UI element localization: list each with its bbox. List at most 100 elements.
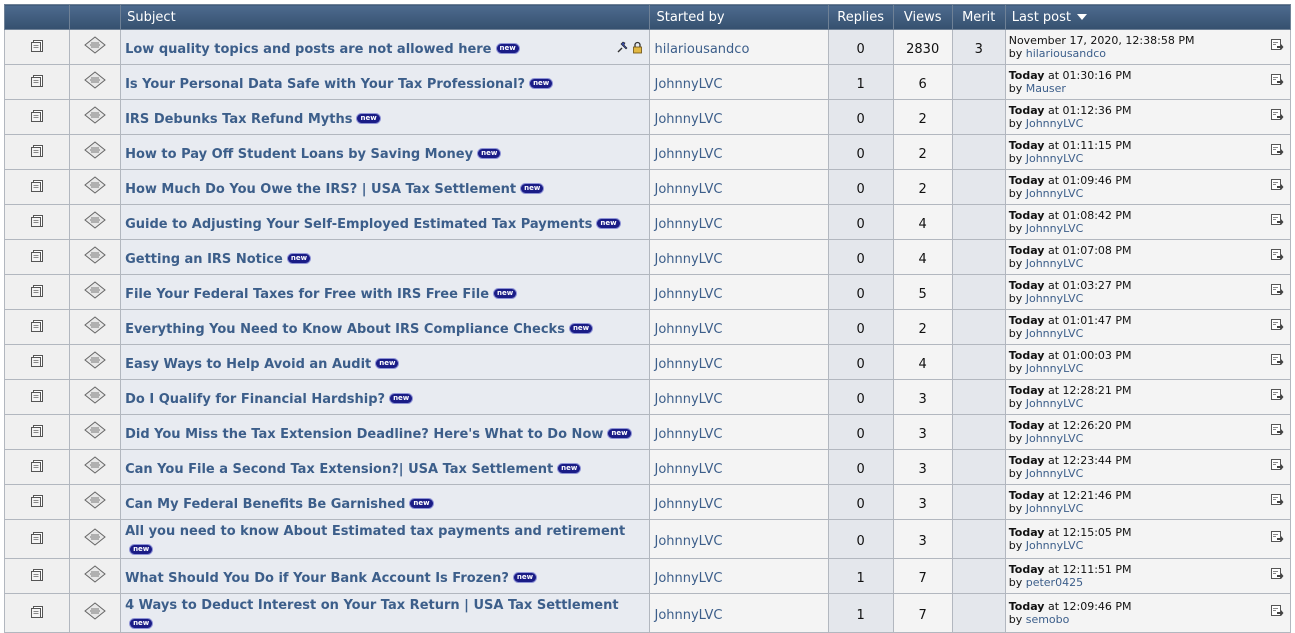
last-post-author: by JohnnyLVC [1009,257,1290,270]
starter-link[interactable]: JohnnyLVC [650,427,722,442]
last-post-author-link[interactable]: JohnnyLVC [1026,292,1084,305]
starter-link[interactable]: JohnnyLVC [650,608,722,623]
new-badge-icon[interactable]: new [389,392,414,404]
last-post-author-link[interactable]: JohnnyLVC [1026,467,1084,480]
go-to-last-post-icon[interactable] [1270,604,1284,617]
last-post-cell: Today at 01:01:47 PM by JohnnyLVC [1004,309,1292,345]
topic-subject-link[interactable]: Guide to Adjusting Your Self-Employed Es… [125,217,592,232]
new-badge-icon[interactable]: new [607,427,632,439]
new-badge-icon[interactable]: new [557,462,582,474]
topic-subject-link[interactable]: Can My Federal Benefits Be Garnished [125,497,405,512]
go-to-last-post-icon[interactable] [1270,458,1284,471]
last-post-author-link[interactable]: JohnnyLVC [1026,432,1084,445]
go-to-last-post-icon[interactable] [1270,248,1284,261]
starter-link[interactable]: JohnnyLVC [650,287,722,302]
last-post-author-link[interactable]: JohnnyLVC [1026,362,1084,375]
new-badge-icon[interactable]: new [529,77,554,89]
starter-link[interactable]: JohnnyLVC [650,462,722,477]
go-to-last-post-icon[interactable] [1270,353,1284,366]
starter-link[interactable]: JohnnyLVC [650,497,722,512]
starter-link[interactable]: JohnnyLVC [650,392,722,407]
go-to-last-post-icon[interactable] [1270,493,1284,506]
topic-subject-link[interactable]: Can You File a Second Tax Extension?| US… [125,462,553,477]
topic-subject-link[interactable]: All you need to know About Estimated tax… [125,524,625,539]
new-badge-icon[interactable]: new [409,497,434,509]
last-post-author-link[interactable]: JohnnyLVC [1026,187,1084,200]
started-by-cell: JohnnyLVC [649,414,829,450]
last-post-author-link[interactable]: JohnnyLVC [1026,539,1084,552]
last-post-author-link[interactable]: semobo [1026,613,1070,626]
last-post-author-link[interactable]: JohnnyLVC [1026,117,1084,130]
starter-link[interactable]: JohnnyLVC [650,534,722,549]
replies-cell: 0 [827,484,894,520]
last-post-author-link[interactable]: JohnnyLVC [1026,502,1084,515]
go-to-last-post-icon[interactable] [1270,73,1284,86]
topic-subject-link[interactable]: IRS Debunks Tax Refund Myths [125,112,352,127]
last-post-author-link[interactable]: hilariousandco [1026,47,1106,60]
topic-subject-link[interactable]: How to Pay Off Student Loans by Saving M… [125,147,473,162]
new-badge-icon[interactable]: new [596,217,621,229]
go-to-last-post-icon[interactable] [1270,38,1284,51]
topic-subject-link[interactable]: What Should You Do if Your Bank Account … [125,571,509,586]
header-last-post[interactable]: Last post [1004,4,1292,30]
go-to-last-post-icon[interactable] [1270,213,1284,226]
header-subject[interactable]: Subject [120,4,651,30]
table-row: All you need to know About Estimated tax… [3,519,1292,559]
new-badge-icon[interactable]: new [286,252,312,264]
starter-link[interactable]: JohnnyLVC [650,182,722,197]
new-badge-icon[interactable]: new [375,357,400,369]
views-count: 7 [918,570,927,586]
topic-subject-link[interactable]: Getting an IRS Notice [125,252,283,267]
header-replies[interactable]: Replies [827,4,894,30]
replies-count: 0 [856,496,865,512]
last-post-author-link[interactable]: JohnnyLVC [1026,327,1084,340]
go-to-last-post-icon[interactable] [1270,318,1284,331]
go-to-last-post-icon[interactable] [1270,108,1284,121]
starter-link[interactable]: JohnnyLVC [650,217,722,232]
go-to-last-post-icon[interactable] [1270,530,1284,543]
new-badge-icon[interactable]: new [568,322,594,334]
new-badge-icon[interactable]: new [356,112,381,124]
header-views[interactable]: Views [892,4,953,30]
new-badge-icon[interactable]: new [129,618,154,629]
header-started-by[interactable]: Started by [649,4,829,30]
starter-link[interactable]: JohnnyLVC [650,571,722,586]
go-to-last-post-icon[interactable] [1270,178,1284,191]
header-merit[interactable]: Merit [951,4,1006,30]
topic-subject-link[interactable]: Do I Qualify for Financial Hardship? [125,392,385,407]
sort-desc-icon[interactable] [1077,14,1088,20]
merit-cell [951,309,1006,345]
new-badge-icon[interactable]: new [512,571,538,583]
topic-subject-link[interactable]: How Much Do You Owe the IRS? | USA Tax S… [125,182,516,197]
go-to-last-post-icon[interactable] [1270,143,1284,156]
starter-link[interactable]: JohnnyLVC [650,147,722,162]
go-to-last-post-icon[interactable] [1270,388,1284,401]
new-badge-icon[interactable]: new [520,182,545,194]
topic-subject-link[interactable]: Did You Miss the Tax Extension Deadline?… [125,427,603,442]
go-to-last-post-icon[interactable] [1270,283,1284,296]
last-post-author-link[interactable]: peter0425 [1026,576,1083,589]
topic-subject-link[interactable]: 4 Ways to Deduct Interest on Your Tax Re… [125,598,618,613]
last-post-author-link[interactable]: JohnnyLVC [1026,222,1084,235]
starter-link[interactable]: JohnnyLVC [650,112,722,127]
topic-subject-link[interactable]: Everything You Need to Know About IRS Co… [125,322,565,337]
go-to-last-post-icon[interactable] [1270,423,1284,436]
topic-subject-link[interactable]: File Your Federal Taxes for Free with IR… [125,287,489,302]
topic-subject-link[interactable]: Easy Ways to Help Avoid an Audit [125,357,371,372]
go-to-last-post-icon[interactable] [1270,567,1284,580]
starter-link[interactable]: JohnnyLVC [650,357,722,372]
last-post-author-link[interactable]: JohnnyLVC [1026,397,1084,410]
new-badge-icon[interactable]: new [477,147,502,159]
starter-link[interactable]: JohnnyLVC [650,77,722,92]
starter-link[interactable]: JohnnyLVC [650,252,722,267]
last-post-author-link[interactable]: JohnnyLVC [1026,257,1084,270]
topic-subject-link[interactable]: Low quality topics and posts are not all… [125,42,491,57]
last-post-author-link[interactable]: JohnnyLVC [1026,152,1084,165]
last-post-author-link[interactable]: Mauser [1026,82,1066,95]
starter-link[interactable]: JohnnyLVC [650,322,722,337]
new-badge-icon[interactable]: new [129,544,154,555]
starter-link[interactable]: hilariousandco [650,42,749,57]
new-badge-icon[interactable]: new [493,287,518,299]
new-badge-icon[interactable]: new [495,42,520,54]
topic-subject-link[interactable]: Is Your Personal Data Safe with Your Tax… [125,77,525,92]
